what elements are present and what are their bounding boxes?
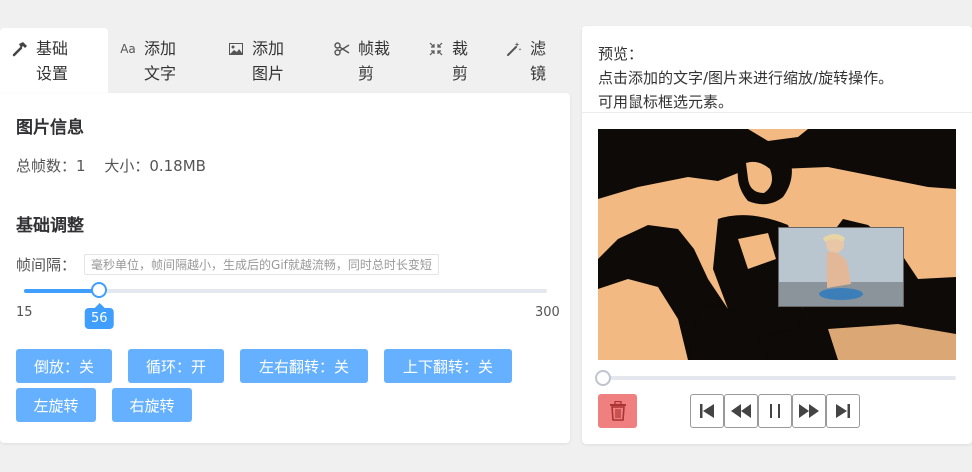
overlay-photo (779, 228, 903, 306)
loop-button[interactable]: 循环：开 (128, 349, 224, 383)
trash-icon (609, 401, 626, 421)
basic-adjust-title: 基础调整 (16, 216, 84, 236)
preview-hint-line1: 点击添加的文字/图片来进行缩放/旋转操作。 (598, 69, 894, 87)
slider-fill (24, 289, 100, 293)
preview-instructions: 预览： 点击添加的文字/图片来进行缩放/旋转操作。 可用鼠标框选元素。 (598, 42, 893, 114)
font-icon: Aa (120, 41, 136, 56)
scissors-icon (334, 41, 350, 57)
tab-label: 添加图片 (252, 39, 285, 83)
skip-start-icon (700, 404, 714, 418)
next-frame-button[interactable] (792, 394, 826, 428)
skip-end-icon (836, 404, 850, 418)
flip-horizontal-button[interactable]: 左右翻转：关 (240, 349, 368, 383)
tab-add-text[interactable]: Aa 添加文字 (120, 28, 208, 94)
tab-label: 裁剪 (452, 39, 469, 83)
image-info-title: 图片信息 (16, 118, 84, 138)
previous-frame-button[interactable] (724, 394, 758, 428)
rewind-icon (731, 404, 751, 418)
flip-vertical-button[interactable]: 上下翻转：关 (384, 349, 512, 383)
magic-wand-icon (506, 41, 522, 57)
frame-interval-label: 帧间隔： (16, 256, 77, 274)
slider-min-label: 15 (16, 305, 33, 320)
tab-label: 滤镜 (530, 39, 547, 83)
divider (582, 112, 972, 113)
slider-max-label: 300 (535, 305, 560, 320)
tab-frame-crop[interactable]: 帧裁剪 (334, 28, 414, 94)
hammer-icon (12, 41, 28, 57)
frame-interval-slider[interactable] (24, 282, 547, 298)
reverse-button[interactable]: 倒放：关 (16, 349, 112, 383)
total-frames-text: 总帧数：1 (16, 157, 86, 175)
tab-label: 添加文字 (144, 39, 177, 83)
file-size-text: 大小：0.18MB (104, 157, 206, 175)
preview-canvas[interactable] (598, 129, 956, 360)
compress-icon (428, 41, 444, 57)
delete-button[interactable] (598, 394, 637, 428)
added-image-overlay[interactable] (778, 227, 904, 307)
last-frame-button[interactable] (826, 394, 860, 428)
pause-icon (770, 404, 780, 418)
preview-hint-line2: 可用鼠标框选元素。 (598, 93, 734, 111)
frame-interval-row: 帧间隔： 毫秒单位，帧间隔越小，生成后的Gif就越流畅，同时总时长变短 (16, 254, 439, 275)
slider-thumb[interactable] (91, 282, 108, 298)
playback-slider[interactable] (595, 370, 956, 386)
frame-interval-hint: 毫秒单位，帧间隔越小，生成后的Gif就越流畅，同时总时长变短 (84, 254, 439, 275)
tab-basic-settings[interactable]: 基础设置 (0, 28, 108, 94)
slider-value-tooltip: 56 (84, 303, 114, 329)
pause-button[interactable] (758, 394, 792, 428)
rotate-left-button[interactable]: 左旋转 (16, 388, 96, 422)
settings-panel: 图片信息 总帧数：1 大小：0.18MB 基础调整 帧间隔： 毫秒单位，帧间隔越… (0, 93, 570, 443)
playback-thumb[interactable] (595, 370, 611, 386)
tab-crop[interactable]: 裁剪 (428, 28, 498, 94)
preview-panel: 预览： 点击添加的文字/图片来进行缩放/旋转操作。 可用鼠标框选元素。 (582, 26, 972, 444)
fast-forward-icon (799, 404, 819, 418)
image-icon (228, 41, 244, 57)
first-frame-button[interactable] (690, 394, 724, 428)
image-info: 总帧数：1 大小：0.18MB (16, 155, 220, 176)
tab-filter[interactable]: 滤镜 (506, 28, 570, 94)
preview-title: 预览： (598, 45, 644, 63)
tab-add-image[interactable]: 添加图片 (228, 28, 318, 94)
tab-bar: 基础设置 Aa 添加文字 添加图片 帧裁剪 裁剪 滤镜 (0, 28, 570, 94)
tab-label: 帧裁剪 (358, 39, 391, 83)
tab-label: 基础设置 (36, 39, 69, 83)
rotate-right-button[interactable]: 右旋转 (112, 388, 192, 422)
